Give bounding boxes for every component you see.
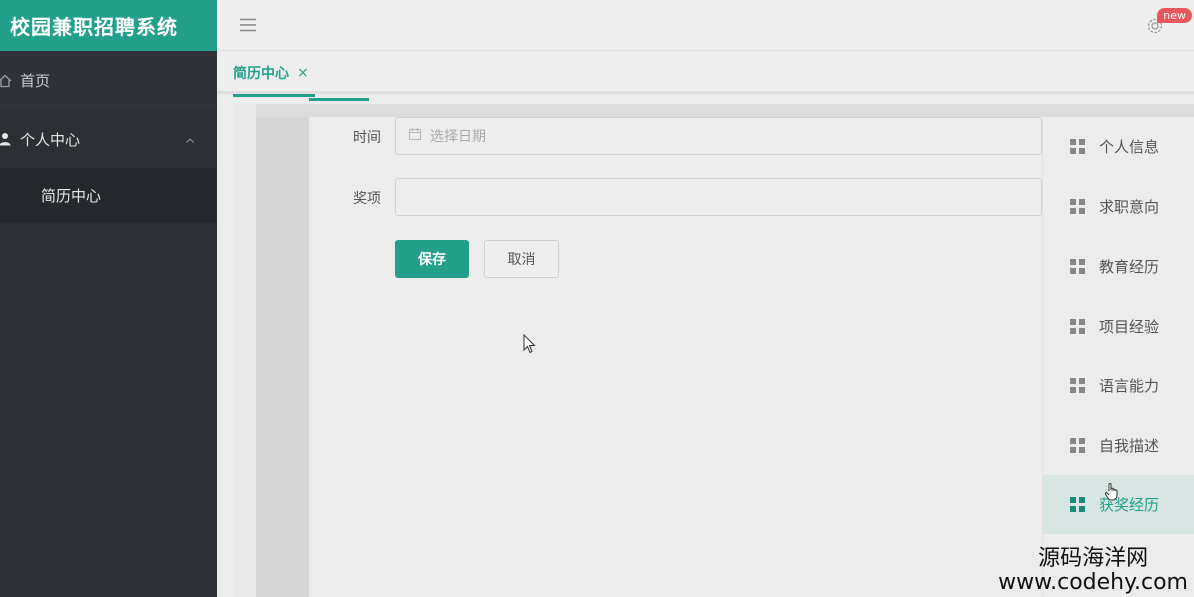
- grid-icon: [1070, 497, 1085, 512]
- form-row-time: 时间 选择日期: [309, 117, 1042, 155]
- form-panel: 时间 选择日期 奖项 保存 取消: [309, 117, 1042, 597]
- section-indicator: [309, 98, 369, 101]
- menu-item-languages[interactable]: 语言能力: [1043, 356, 1194, 415]
- tab-bar: 简历中心 ×: [217, 52, 1194, 97]
- date-picker-input[interactable]: 选择日期: [395, 117, 1042, 155]
- sidebar-item-resume-center[interactable]: 简历中心: [0, 168, 217, 223]
- sidebar-item-label: 首页: [20, 72, 51, 90]
- tab-label: 简历中心: [233, 66, 289, 82]
- content-top-border: [256, 104, 1194, 117]
- menu-item-job-intention[interactable]: 求职意向: [1043, 177, 1194, 236]
- time-label: 时间: [353, 130, 381, 146]
- menu-item-label: 项目经验: [1099, 318, 1160, 336]
- grid-icon: [1070, 199, 1085, 214]
- chevron-up-icon: [185, 132, 195, 150]
- mouse-cursor-icon: [523, 333, 537, 358]
- sidebar-item-home[interactable]: 首页: [0, 51, 217, 110]
- menu-item-label: 个人信息: [1099, 138, 1160, 156]
- content-frame: [234, 104, 256, 597]
- menu-item-self-description[interactable]: 自我描述: [1043, 416, 1194, 475]
- tab-resume-center[interactable]: 简历中心 ×: [233, 52, 315, 97]
- sidebar: 校园兼职招聘系统 首页 个人中心 简历中心: [0, 0, 217, 597]
- home-icon: [0, 74, 12, 88]
- cancel-button[interactable]: 取消: [484, 240, 559, 278]
- hand-cursor-icon: [1104, 482, 1120, 506]
- menu-item-label: 教育经历: [1099, 258, 1160, 276]
- content-gutter: [256, 104, 309, 597]
- menu-icon[interactable]: [239, 16, 257, 34]
- close-icon[interactable]: ×: [297, 65, 309, 81]
- grid-icon: [1070, 438, 1085, 453]
- sidebar-item-label: 个人中心: [20, 130, 81, 149]
- menu-item-label: 求职意向: [1099, 198, 1160, 216]
- save-button[interactable]: 保存: [395, 240, 469, 278]
- grid-icon: [1070, 378, 1085, 393]
- menu-item-label: 自我描述: [1099, 437, 1160, 455]
- app-title: 校园兼职招聘系统: [0, 0, 217, 51]
- menu-item-projects[interactable]: 项目经验: [1043, 297, 1194, 356]
- watermark-cn: 源码海洋网: [1038, 546, 1149, 571]
- form-row-award: 奖项: [309, 178, 1042, 216]
- sidebar-item-label: 简历中心: [41, 187, 102, 205]
- menu-item-personal-info[interactable]: 个人信息: [1043, 117, 1194, 176]
- menu-item-education[interactable]: 教育经历: [1043, 237, 1194, 296]
- calendar-icon: [408, 127, 422, 145]
- date-placeholder: 选择日期: [430, 129, 486, 145]
- sidebar-item-personal-center[interactable]: 个人中心: [0, 110, 217, 168]
- watermark: 源码海洋网 www.codehy.com: [998, 540, 1188, 595]
- grid-icon: [1070, 139, 1085, 154]
- award-label: 奖项: [353, 191, 381, 207]
- user-icon: [0, 132, 12, 146]
- grid-icon: [1070, 319, 1085, 334]
- new-badge: new: [1157, 8, 1192, 23]
- resume-section-menu: 个人信息 求职意向 教育经历 项目经验 语言能力 自我描述 获奖经历: [1042, 117, 1194, 597]
- top-bar: new: [217, 0, 1194, 51]
- watermark-url: www.codehy.com: [998, 570, 1188, 595]
- grid-icon: [1070, 259, 1085, 274]
- menu-item-label: 语言能力: [1099, 377, 1160, 395]
- award-input[interactable]: [395, 178, 1042, 216]
